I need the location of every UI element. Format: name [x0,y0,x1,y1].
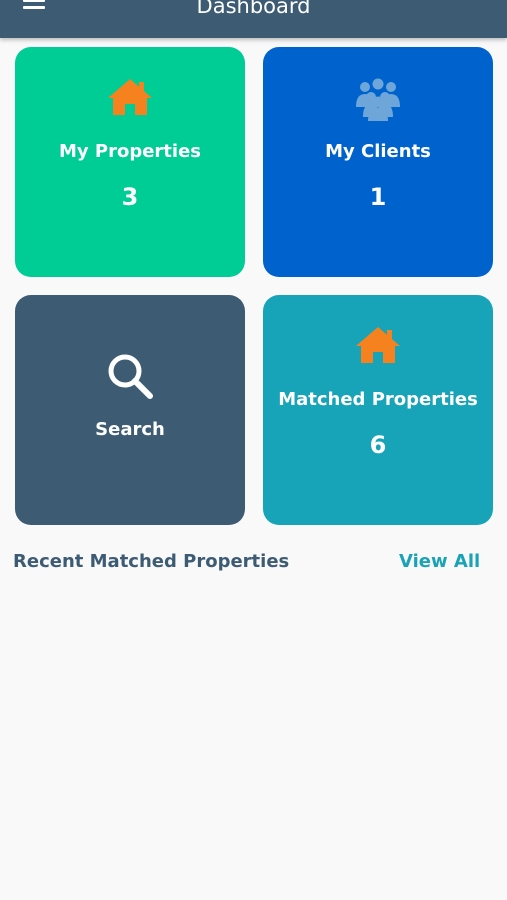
home-icon [354,325,402,370]
matched-properties-card[interactable]: Matched Properties 6 [263,295,493,525]
card-count: 6 [369,431,387,459]
users-icon [353,77,403,126]
card-label: My Clients [325,141,431,162]
card-label: Search [95,419,165,440]
home-icon [106,77,154,122]
search-icon [105,351,155,406]
card-count: 3 [121,183,139,211]
card-label: My Properties [58,141,201,162]
card-label: Matched Properties [278,389,478,410]
app-bar: Dashboard [0,0,507,38]
card-count: 1 [369,183,387,211]
view-all-link[interactable]: View All [399,551,480,572]
search-card[interactable]: Search [15,295,245,525]
my-clients-card[interactable]: My Clients 1 [263,47,493,277]
my-properties-card[interactable]: My Properties 3 [15,47,245,277]
page-title: Dashboard [196,0,311,18]
section-title: Recent Matched Properties [13,551,290,572]
